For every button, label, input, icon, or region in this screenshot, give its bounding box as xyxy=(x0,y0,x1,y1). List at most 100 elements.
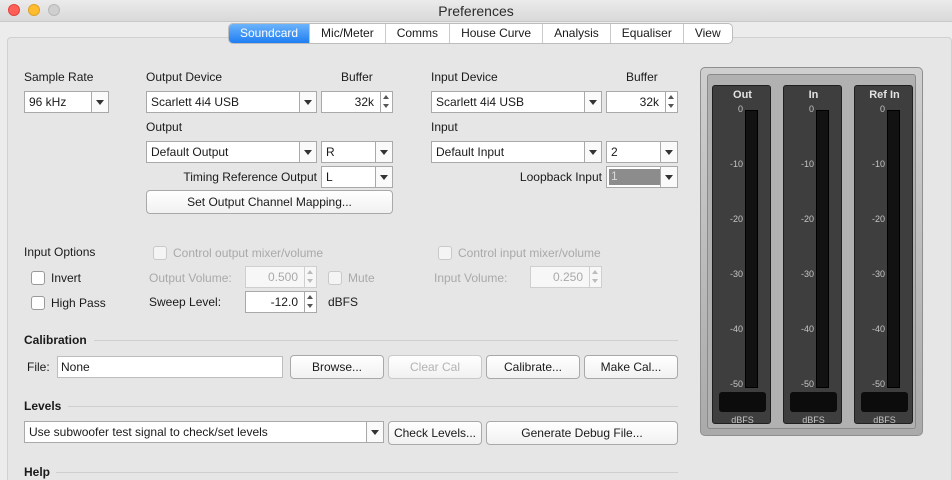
input-select[interactable]: Default Input xyxy=(431,141,602,163)
sample-rate-value: 96 kHz xyxy=(29,95,67,109)
stepper-arrows-icon[interactable] xyxy=(304,267,316,287)
meter-tick: -30 xyxy=(800,269,814,279)
input-volume-label: Input Volume: xyxy=(434,271,508,285)
output-volume-value: 0.500 xyxy=(267,270,298,284)
meter-bar xyxy=(816,110,829,388)
meter-tick: -10 xyxy=(871,159,885,169)
clip-indicator xyxy=(861,392,908,412)
levels-mode-select[interactable]: Use subwoofer test signal to check/set l… xyxy=(24,421,384,443)
meter-tick: 0 xyxy=(808,104,814,114)
clip-indicator xyxy=(719,392,766,412)
mute-checkbox[interactable] xyxy=(328,271,342,285)
generate-debug-file-button[interactable]: Generate Debug File... xyxy=(486,421,678,445)
tab-house-curve[interactable]: House Curve xyxy=(450,24,544,43)
tab-comms[interactable]: Comms xyxy=(386,24,451,43)
tab-equaliser[interactable]: Equaliser xyxy=(611,24,684,43)
input-volume-stepper[interactable]: 0.250 xyxy=(530,266,602,288)
output-select[interactable]: Default Output xyxy=(146,141,317,163)
output-value: Default Output xyxy=(151,145,229,159)
sample-rate-select[interactable]: 96 kHz xyxy=(24,91,109,113)
levels-divider xyxy=(68,406,678,407)
input-value: Default Input xyxy=(436,145,505,159)
control-input-mixer-checkbox[interactable] xyxy=(438,246,452,260)
tab-bar: Soundcard Mic/Meter Comms House Curve An… xyxy=(228,23,733,44)
high-pass-label: High Pass xyxy=(51,296,106,310)
high-pass-checkbox[interactable] xyxy=(31,296,45,310)
meter-tick: 0 xyxy=(879,104,885,114)
invert-label: Invert xyxy=(51,271,82,285)
calibration-header: Calibration xyxy=(24,333,87,347)
sample-rate-label: Sample Rate xyxy=(24,70,94,84)
output-buffer-stepper[interactable]: 32k xyxy=(321,91,393,113)
meter-bar xyxy=(887,110,900,388)
output-device-select[interactable]: Scarlett 4i4 USB xyxy=(146,91,317,113)
stepper-arrows-icon[interactable] xyxy=(665,92,677,112)
chevron-down-icon xyxy=(91,92,108,112)
chevron-down-icon xyxy=(584,92,601,112)
out-meter: Out 0 -10 -20 -30 -40 -50 dBFS xyxy=(712,85,771,425)
clear-cal-button[interactable]: Clear Cal xyxy=(388,355,482,379)
sweep-level-unit: dBFS xyxy=(328,295,359,309)
meter-tick: -40 xyxy=(800,324,814,334)
meter-tick: -50 xyxy=(871,379,885,389)
chevron-down-icon xyxy=(660,167,677,187)
timing-reference-value: L xyxy=(326,170,333,184)
input-device-label: Input Device xyxy=(431,70,498,84)
output-buffer-label: Buffer xyxy=(341,70,373,84)
calibration-file-value: None xyxy=(61,360,90,374)
invert-checkbox[interactable] xyxy=(31,271,45,285)
set-output-channel-mapping-button[interactable]: Set Output Channel Mapping... xyxy=(146,190,393,214)
tab-view[interactable]: View xyxy=(684,24,732,43)
chevron-down-icon xyxy=(584,142,601,162)
make-cal-button[interactable]: Make Cal... xyxy=(584,355,678,379)
calibration-file-label: File: xyxy=(27,360,50,374)
help-divider xyxy=(56,472,678,473)
ref-in-meter: Ref In 0 -10 -20 -30 -40 -50 dBFS xyxy=(854,85,913,425)
meter-tick: -40 xyxy=(729,324,743,334)
levels-header: Levels xyxy=(24,399,62,413)
title-bar: Preferences xyxy=(0,0,952,22)
stepper-arrows-icon[interactable] xyxy=(304,292,316,312)
meter-unit: dBFS xyxy=(731,415,754,425)
input-channel-value: 2 xyxy=(611,145,618,159)
browse-button[interactable]: Browse... xyxy=(290,355,384,379)
meter-tick: -20 xyxy=(871,214,885,224)
in-meter: In 0 -10 -20 -30 -40 -50 dBFS xyxy=(783,85,842,425)
meter-tick: -50 xyxy=(729,379,743,389)
tab-analysis[interactable]: Analysis xyxy=(543,24,611,43)
sweep-level-stepper[interactable]: -12.0 xyxy=(245,291,317,313)
meter-title: Out xyxy=(733,89,752,101)
control-output-mixer-checkbox[interactable] xyxy=(153,246,167,260)
check-levels-button[interactable]: Check Levels... xyxy=(388,421,482,445)
tab-mic-meter[interactable]: Mic/Meter xyxy=(310,24,386,43)
loopback-input-label: Loopback Input xyxy=(519,170,602,184)
input-buffer-stepper[interactable]: 32k xyxy=(606,91,678,113)
stepper-arrows-icon[interactable] xyxy=(589,267,601,287)
chevron-down-icon xyxy=(299,92,316,112)
output-volume-label: Output Volume: xyxy=(149,271,232,285)
calibration-file-field[interactable]: None xyxy=(57,356,283,378)
stepper-arrows-icon[interactable] xyxy=(380,92,392,112)
timing-reference-select[interactable]: L xyxy=(321,166,393,188)
input-channel-select[interactable]: 2 xyxy=(606,141,678,163)
output-channel-value: R xyxy=(326,145,335,159)
loopback-input-select[interactable]: 1 xyxy=(606,166,678,188)
meter-tick: -10 xyxy=(729,159,743,169)
meter-tick: 0 xyxy=(737,104,743,114)
meter-unit: dBFS xyxy=(802,415,825,425)
input-buffer-label: Buffer xyxy=(626,70,658,84)
level-meters: Out 0 -10 -20 -30 -40 -50 dBFS In 0 -10 … xyxy=(700,67,923,436)
loopback-input-value: 1 xyxy=(609,169,661,185)
chevron-down-icon xyxy=(375,142,392,162)
meter-tick: -40 xyxy=(871,324,885,334)
window-title: Preferences xyxy=(438,3,514,19)
output-volume-stepper[interactable]: 0.500 xyxy=(245,266,317,288)
output-channel-select[interactable]: R xyxy=(321,141,393,163)
calibration-divider xyxy=(94,340,678,341)
meter-tick: -20 xyxy=(729,214,743,224)
sweep-level-value: -12.0 xyxy=(270,295,298,309)
meter-title: Ref In xyxy=(869,89,900,101)
input-device-select[interactable]: Scarlett 4i4 USB xyxy=(431,91,602,113)
calibrate-button[interactable]: Calibrate... xyxy=(486,355,580,379)
tab-soundcard[interactable]: Soundcard xyxy=(229,24,311,43)
